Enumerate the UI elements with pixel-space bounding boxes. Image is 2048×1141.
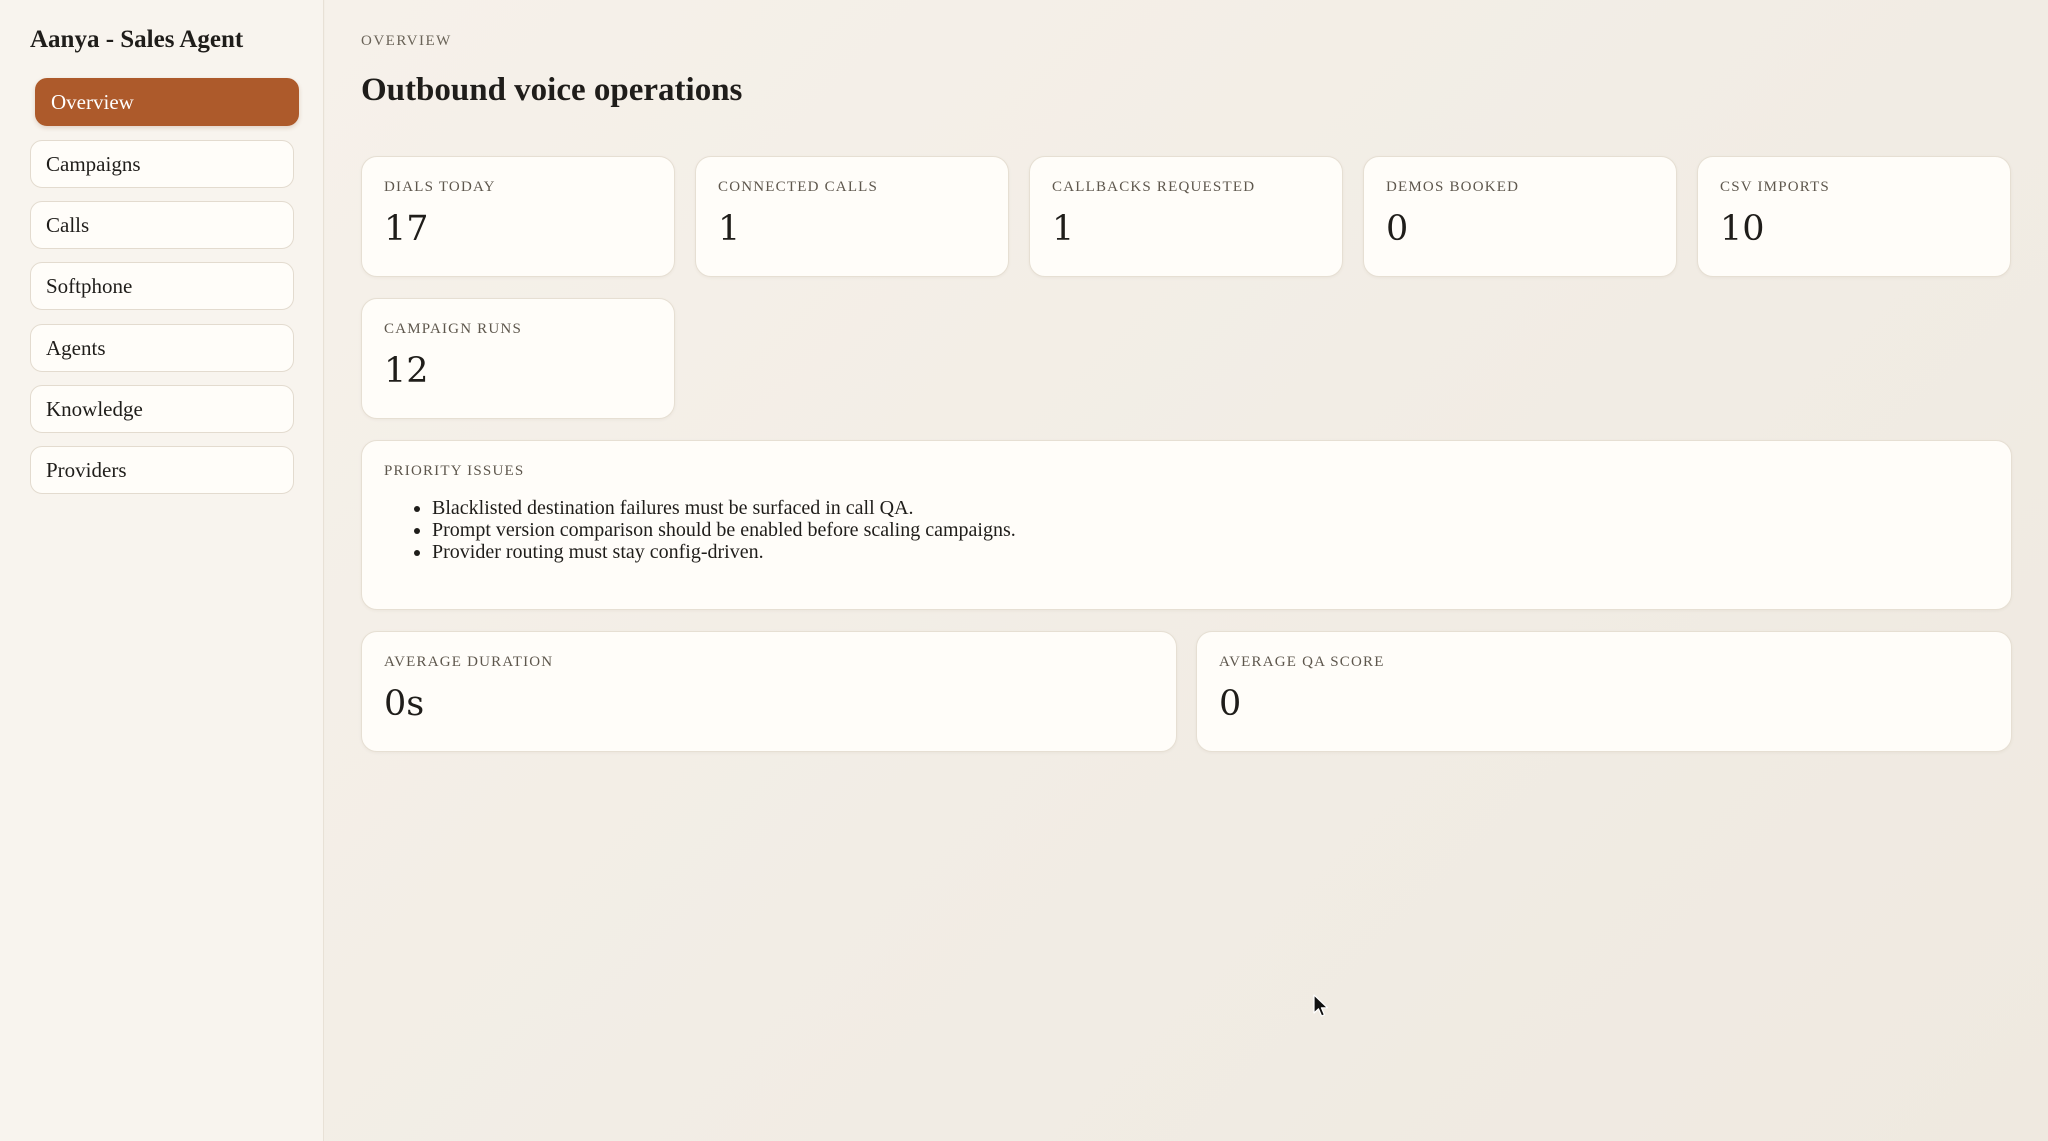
stat-value: 1 (718, 209, 741, 249)
sidebar-item-agents[interactable]: Agents (30, 324, 294, 372)
stat-value: 0 (1386, 209, 1409, 249)
stat-value: 0 (1219, 684, 1242, 724)
stat-label: AVERAGE DURATION (384, 654, 554, 670)
stat-label: CONNECTED CALLS (718, 179, 879, 195)
page-eyebrow: OVERVIEW (361, 33, 452, 49)
stat-card-dials-today: DIALS TODAY 17 (361, 156, 675, 277)
stat-label: AVERAGE QA SCORE (1219, 654, 1385, 670)
sidebar-item-providers[interactable]: Providers (30, 446, 294, 494)
stat-label: CAMPAIGN RUNS (384, 321, 522, 337)
stat-label: DIALS TODAY (384, 179, 496, 195)
priority-issues-card: PRIORITY ISSUES Blacklisted destination … (361, 440, 2012, 610)
sidebar-item-softphone[interactable]: Softphone (30, 262, 294, 310)
stat-label: CALLBACKS REQUESTED (1052, 179, 1256, 195)
main-content: OVERVIEW Outbound voice operations DIALS… (325, 0, 2048, 1141)
stat-card-csv-imports: CSV IMPORTS 10 (1697, 156, 2011, 277)
stat-card-connected-calls: CONNECTED CALLS 1 (695, 156, 1009, 277)
average-duration-card: AVERAGE DURATION 0s (361, 631, 1177, 752)
page-title: Outbound voice operations (361, 72, 743, 108)
stat-label: DEMOS BOOKED (1386, 179, 1520, 195)
stat-value: 17 (384, 209, 429, 249)
list-item: Provider routing must stay config-driven… (432, 541, 1016, 563)
stat-value: 10 (1720, 209, 1765, 249)
sidebar-item-overview[interactable]: Overview (35, 78, 299, 126)
stat-card-callbacks-requested: CALLBACKS REQUESTED 1 (1029, 156, 1343, 277)
sidebar-item-knowledge[interactable]: Knowledge (30, 385, 294, 433)
average-qa-score-card: AVERAGE QA SCORE 0 (1196, 631, 2012, 752)
priority-issues-label: PRIORITY ISSUES (384, 463, 525, 479)
list-item: Prompt version comparison should be enab… (432, 519, 1016, 541)
stat-value: 0s (384, 684, 425, 724)
stat-card-campaign-runs: CAMPAIGN RUNS 12 (361, 298, 675, 419)
mouse-cursor-icon (1313, 994, 1329, 1017)
priority-issues-list: Blacklisted destination failures must be… (402, 497, 1016, 563)
stat-value: 1 (1052, 209, 1075, 249)
stat-label: CSV IMPORTS (1720, 179, 1830, 195)
app-brand: Aanya - Sales Agent (30, 26, 244, 53)
stat-card-demos-booked: DEMOS BOOKED 0 (1363, 156, 1677, 277)
stat-value: 12 (384, 351, 429, 391)
list-item: Blacklisted destination failures must be… (432, 497, 1016, 519)
sidebar-item-calls[interactable]: Calls (30, 201, 294, 249)
sidebar: Aanya - Sales Agent Overview Campaigns C… (0, 0, 324, 1141)
sidebar-item-campaigns[interactable]: Campaigns (30, 140, 294, 188)
